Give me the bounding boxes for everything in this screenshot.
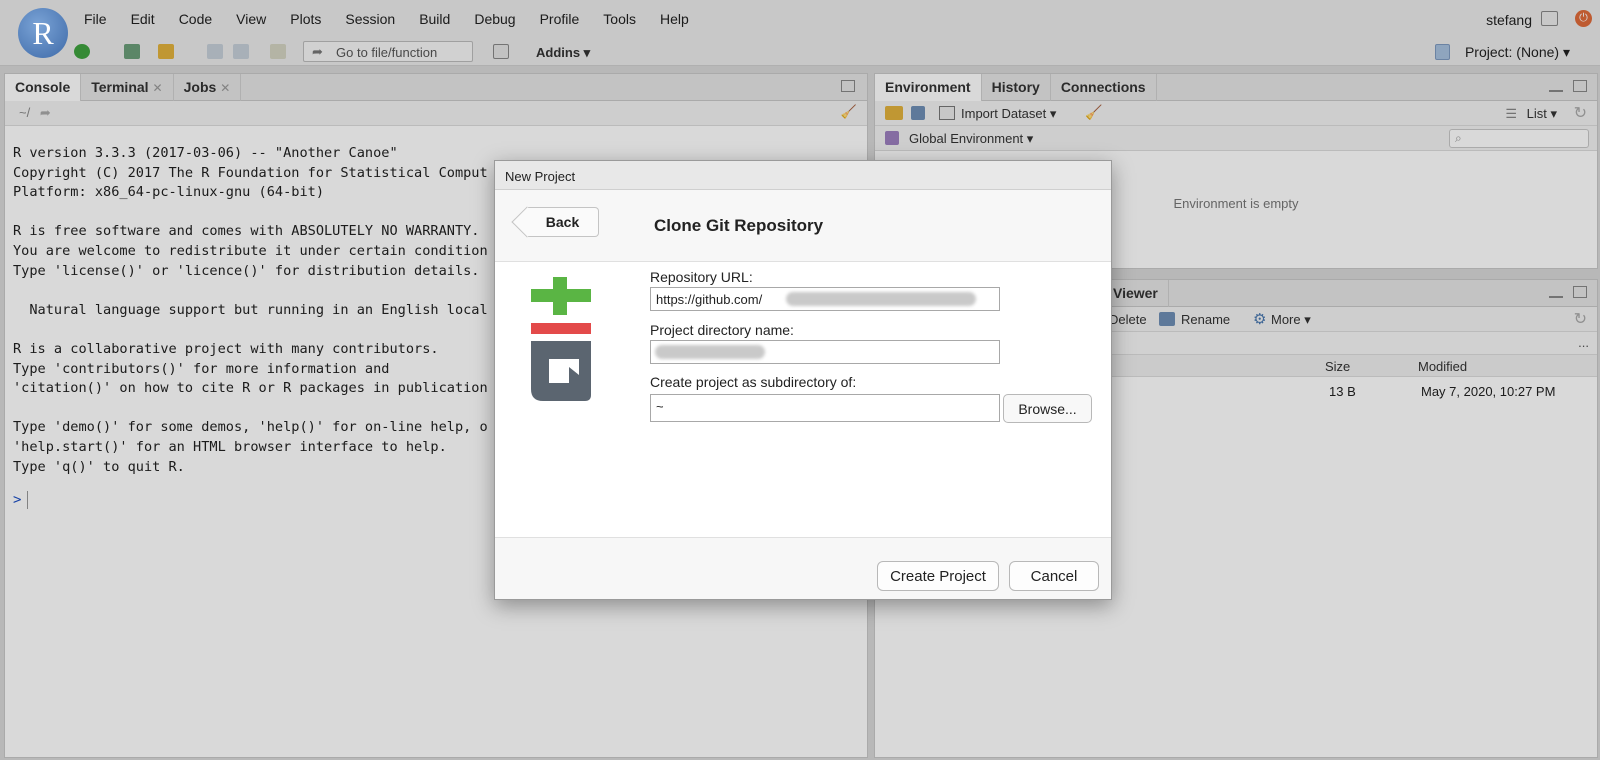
dialog-title: Clone Git Repository [654, 216, 824, 235]
create-project-button[interactable]: Create Project [877, 561, 999, 591]
new-project-dialog: New Project Back Clone Git Repository Re… [494, 160, 1112, 600]
subdirectory-input[interactable]: ~ [650, 394, 1000, 422]
git-minus [531, 323, 591, 334]
redacted-text [786, 292, 976, 306]
back-button-label: Back [545, 214, 580, 230]
subdirectory-label: Create project as subdirectory of: [650, 374, 857, 390]
git-plus-horizontal [531, 289, 591, 302]
repo-url-label: Repository URL: [650, 269, 753, 285]
browse-button[interactable]: Browse... [1003, 394, 1092, 423]
dialog-titlebar: New Project [495, 161, 1111, 190]
redacted-text [655, 345, 765, 359]
r-logo: R [18, 8, 68, 58]
directory-name-label: Project directory name: [650, 322, 794, 338]
git-logo-icon [531, 277, 591, 401]
dialog-header: Back Clone Git Repository [495, 190, 1111, 262]
directory-name-input[interactable] [650, 340, 1000, 364]
back-button[interactable]: Back [527, 207, 599, 237]
repo-url-value: https://github.com/ [656, 292, 763, 307]
repo-url-input[interactable]: https://github.com/ [650, 287, 1000, 311]
subdirectory-value: ~ [656, 399, 664, 414]
cancel-button[interactable]: Cancel [1009, 561, 1099, 591]
dialog-footer: Create Project Cancel [495, 537, 1111, 599]
